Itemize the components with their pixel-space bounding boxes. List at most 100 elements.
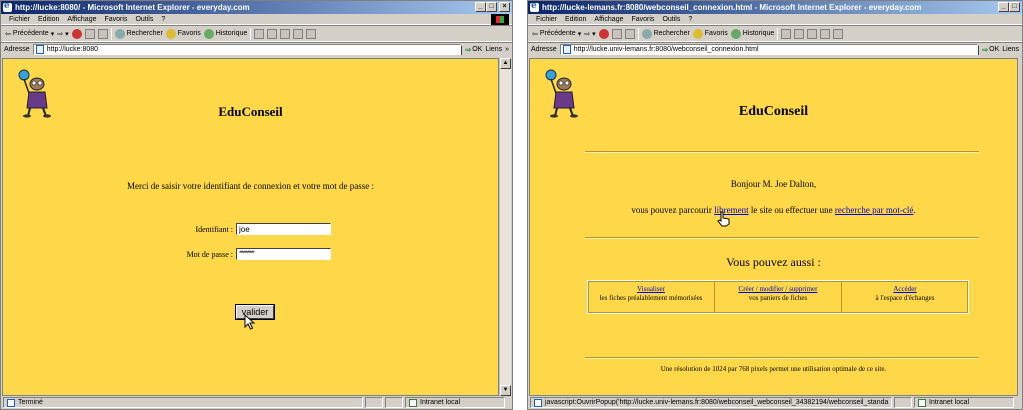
mail-icon[interactable] <box>781 28 792 39</box>
menu-favoris[interactable]: Favoris <box>631 16 654 23</box>
status-text-cell: Terminé <box>3 397 363 408</box>
address-bar: Adresse http://lucke.univ-lemans.fr:8080… <box>528 42 1022 56</box>
intranet-icon <box>918 398 926 407</box>
window-controls: _ □ <box>998 2 1020 12</box>
menu-edition[interactable]: Edition <box>565 16 586 23</box>
toolbar-separator <box>250 27 252 40</box>
address-url: http://lucke:8080 <box>46 46 99 53</box>
history-icon <box>203 28 214 39</box>
menu-favoris[interactable]: Favoris <box>104 16 127 23</box>
menu-help[interactable]: ? <box>688 16 692 23</box>
address-input[interactable]: http://lucke:8080 <box>32 44 462 55</box>
print-icon[interactable] <box>267 28 278 39</box>
zone-cell: Intranet local <box>405 397 505 408</box>
favorites-icon <box>165 28 176 39</box>
menu-fichier[interactable]: Fichier <box>9 16 30 23</box>
back-button[interactable]: ⇦ Précédente ▾ <box>532 30 581 38</box>
minimize-button[interactable]: _ <box>475 2 486 12</box>
windows-logo-icon <box>491 14 509 25</box>
title-bar[interactable]: http://lucke-lemans.fr:8080/webconseil_c… <box>528 1 1022 14</box>
zone-text: Intranet local <box>929 399 970 406</box>
forward-arrow-icon: ⇨ <box>584 30 591 38</box>
hand-pointer-icon <box>717 211 730 227</box>
ie-icon <box>3 1 12 12</box>
messenger-icon[interactable] <box>833 28 844 39</box>
address-label: Adresse <box>531 46 557 53</box>
edit-icon[interactable] <box>807 28 818 39</box>
refresh-icon[interactable] <box>611 28 622 39</box>
history-button[interactable]: Historique <box>203 28 248 39</box>
window-title: http://lucke:8080/ - Microsoft Internet … <box>15 3 250 12</box>
links-button[interactable]: Liens <box>485 46 502 53</box>
menu-outils[interactable]: Outils <box>135 16 153 23</box>
exchange-space-link[interactable]: Accéder <box>842 285 968 294</box>
go-button[interactable]: ⇨ OK <box>982 46 999 54</box>
forward-button[interactable]: ⇨ ▾ <box>584 30 595 38</box>
keyword-search-link[interactable]: recherche par mot-clé <box>835 205 913 215</box>
history-label: Historique <box>742 30 775 37</box>
password-input[interactable]: *********** <box>236 248 331 260</box>
go-arrow-icon: ⇨ <box>982 46 989 54</box>
scroll-up-button[interactable]: ▲ <box>500 58 511 69</box>
menu-edition[interactable]: Edition <box>38 16 59 23</box>
option-visualize: Visualiser les fiches préalablement mémo… <box>588 281 714 313</box>
go-label: OK <box>472 46 483 53</box>
window-controls: _ □ × <box>475 2 510 12</box>
links-button[interactable]: Liens <box>1002 46 1019 53</box>
status-cell <box>385 397 403 408</box>
history-button[interactable]: Historique <box>730 28 775 39</box>
refresh-icon[interactable] <box>84 28 95 39</box>
page-icon <box>534 398 542 407</box>
favorites-button[interactable]: Favoris <box>692 28 728 39</box>
maximize-button[interactable]: □ <box>486 2 497 12</box>
visualize-link[interactable]: Visualiser <box>588 285 714 294</box>
menu-affichage[interactable]: Affichage <box>594 16 623 23</box>
stop-icon[interactable] <box>598 28 609 39</box>
home-icon[interactable] <box>624 28 635 39</box>
menu-bar: Fichier Edition Affichage Favoris Outils… <box>528 14 1022 25</box>
menu-outils[interactable]: Outils <box>662 16 680 23</box>
vertical-scrollbar[interactable]: ▲ ▼ <box>499 58 511 396</box>
stop-icon[interactable] <box>71 28 82 39</box>
go-button[interactable]: ⇨ OK <box>465 46 482 54</box>
forward-button[interactable]: ⇨ ▾ <box>57 30 68 38</box>
zone-text: Intranet local <box>420 399 461 406</box>
status-cell <box>365 397 383 408</box>
ie-icon <box>530 1 539 12</box>
back-button[interactable]: ⇦ Précédente ▾ <box>5 30 54 38</box>
divider <box>585 237 979 239</box>
print-icon[interactable] <box>794 28 805 39</box>
identifier-input[interactable]: joe <box>236 223 331 235</box>
chevron-down-icon: ▾ <box>65 30 69 38</box>
menu-fichier[interactable]: Fichier <box>536 16 557 23</box>
title-bar[interactable]: http://lucke:8080/ - Microsoft Internet … <box>1 1 512 14</box>
discuss-icon[interactable] <box>820 28 831 39</box>
menu-affichage[interactable]: Affichage <box>67 16 96 23</box>
messenger-icon[interactable] <box>306 28 317 39</box>
history-label: Historique <box>215 30 248 37</box>
search-button[interactable]: Rechercher <box>641 28 690 39</box>
go-label: OK <box>989 46 1000 53</box>
toolbar-separator <box>777 27 779 40</box>
password-label: Mot de passe : <box>186 249 233 259</box>
zone-cell: Intranet local <box>914 397 1014 408</box>
discuss-icon[interactable] <box>293 28 304 39</box>
mail-icon[interactable] <box>254 28 265 39</box>
edit-icon[interactable] <box>280 28 291 39</box>
home-icon[interactable] <box>97 28 108 39</box>
search-button[interactable]: Rechercher <box>114 28 163 39</box>
close-button[interactable]: × <box>499 2 510 12</box>
favorites-label: Favoris <box>177 30 201 37</box>
maximize-button[interactable]: □ <box>1009 2 1020 12</box>
favorites-button[interactable]: Favoris <box>165 28 201 39</box>
window-title: http://lucke-lemans.fr:8080/webconseil_c… <box>542 3 922 12</box>
scroll-down-button[interactable]: ▼ <box>500 385 511 396</box>
minimize-button[interactable]: _ <box>998 2 1009 12</box>
status-cell <box>894 397 912 408</box>
address-input[interactable]: http://lucke.univ-lemans.fr:8080/webcons… <box>559 44 979 55</box>
manage-baskets-link[interactable]: Créer / modifier / supprimer <box>715 285 841 294</box>
favorites-label: Favoris <box>704 30 728 37</box>
toolbar: ⇦ Précédente ▾ ⇨ ▾ Rechercher Favoris Histo… <box>528 25 1022 42</box>
menu-help[interactable]: ? <box>161 16 165 23</box>
page-icon <box>35 45 44 54</box>
